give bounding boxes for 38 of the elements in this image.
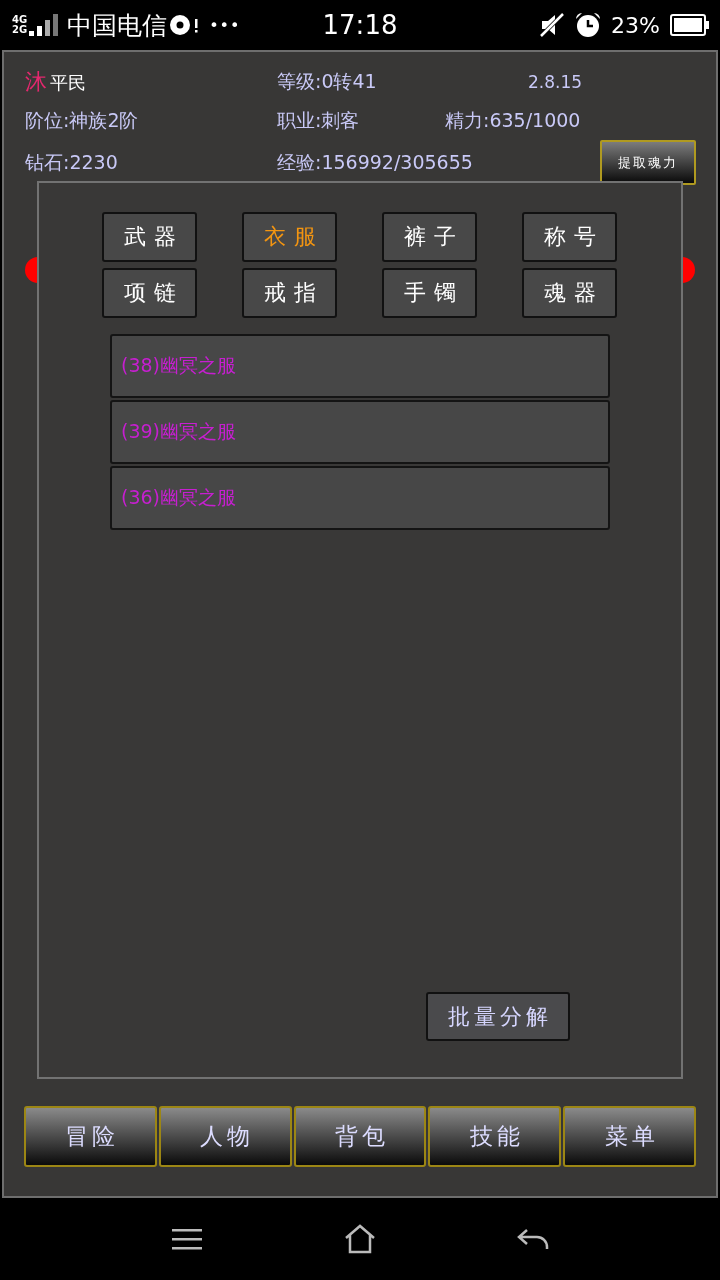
- home-button[interactable]: [343, 1224, 377, 1254]
- mute-icon: [539, 13, 566, 37]
- category-tab[interactable]: 手镯: [382, 268, 477, 318]
- battery-icon: [670, 14, 710, 36]
- player-rank: 平民: [50, 71, 86, 95]
- nav-button[interactable]: 冒险: [24, 1106, 157, 1167]
- category-tab[interactable]: 魂器: [522, 268, 617, 318]
- back-icon: [517, 1228, 550, 1250]
- menu-icon: [170, 1228, 203, 1250]
- experience-text: 经验:156992/305655: [277, 149, 473, 175]
- category-tab[interactable]: 武器: [102, 212, 197, 262]
- battery-percentage: 23%: [611, 12, 660, 38]
- nav-button[interactable]: 人物: [158, 1106, 292, 1167]
- category-tab[interactable]: 裤子: [382, 212, 477, 262]
- version-text: 2.8.15: [528, 72, 583, 92]
- category-tab[interactable]: 称号: [522, 212, 617, 262]
- clock-time: 17:18: [322, 10, 398, 40]
- extract-button[interactable]: 提取魂力: [600, 140, 696, 185]
- notification-icon: [169, 14, 200, 36]
- nav-button[interactable]: 技能: [428, 1106, 562, 1167]
- category-tab[interactable]: 戒指: [242, 268, 337, 318]
- batch-decompose-button[interactable]: 批量分解: [426, 992, 570, 1041]
- network-type: 2G: [12, 25, 28, 35]
- category-tab[interactable]: 项链: [102, 268, 197, 318]
- nav-button[interactable]: 菜单: [563, 1106, 696, 1167]
- tier-text: 阶位:神族2阶: [25, 108, 139, 133]
- overflow-indicator: •••: [209, 15, 241, 35]
- diamonds-text: 钻石:2230: [25, 149, 118, 175]
- home-icon: [344, 1224, 376, 1254]
- level-text: 等级:0转41: [277, 69, 377, 94]
- job-text: 职业:刺客: [277, 108, 360, 133]
- energy-text: 精力:635/1000: [445, 108, 581, 133]
- player-name: 沐: [25, 68, 47, 96]
- network-type: 4G: [12, 15, 28, 25]
- nav-button[interactable]: 背包: [293, 1106, 427, 1167]
- carrier-name: 中国电信: [67, 9, 168, 42]
- alarm-icon: [575, 12, 602, 38]
- category-tab[interactable]: 衣服: [242, 212, 337, 262]
